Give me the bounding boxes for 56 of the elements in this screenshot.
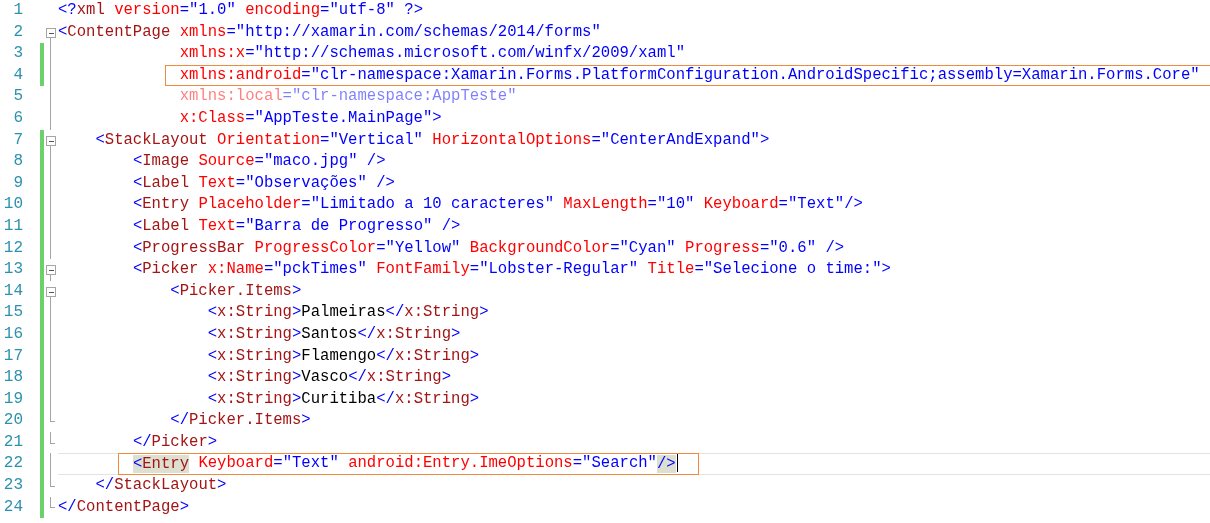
line-number: 20 [2, 410, 23, 432]
line-number: 19 [2, 388, 23, 410]
line-number: 5 [12, 86, 23, 108]
code-line: </StackLayout> [95, 476, 227, 495]
code-line: <Label Text="Barra de Progresso" /> [132, 216, 461, 235]
line-number: 10 [2, 194, 23, 216]
text-cursor [676, 454, 678, 473]
code-line: <x:String>Santos</x:String> [207, 324, 461, 343]
line-number: 8 [12, 151, 23, 173]
matched-tag: < [132, 454, 143, 473]
code-line: <StackLayout Orientation="Vertical" HorizontalOptions="CenterAndExpand"> [95, 130, 770, 149]
line-number: 16 [2, 323, 23, 345]
line-number: 18 [2, 367, 23, 389]
code-line: <Picker.Items> [170, 281, 302, 300]
matched-tag: /> [656, 454, 676, 473]
collapse-icon[interactable] [46, 265, 56, 276]
code-line: x:Class="AppTeste.MainPage"> [179, 108, 442, 127]
line-number: 2 [12, 21, 23, 43]
code-line: <x:String>Vasco</x:String> [207, 368, 452, 387]
code-line: Keyboard="Text" android:Entry.ImeOptions="Search" [197, 454, 657, 473]
line-number: 23 [2, 475, 23, 497]
collapse-icon[interactable] [46, 286, 56, 297]
code-line: </Picker.Items> [170, 411, 311, 430]
collapse-icon[interactable] [46, 27, 56, 38]
collapse-icon[interactable] [46, 135, 56, 146]
matched-tag: Entry [142, 454, 190, 473]
code-line: <Picker x:Name="pckTimes" FontFamily="Lobster-Regular" Title="Selecione o time:"> [132, 260, 891, 279]
code-line: <x:String>Palmeiras</x:String> [207, 303, 489, 322]
line-number: 9 [12, 172, 23, 194]
line-number: 11 [2, 215, 23, 237]
code-line: <ContentPage xmlns="http://xamarin.com/schemas/2014/forms" [58, 22, 601, 41]
line-number: 7 [12, 129, 23, 151]
line-number: 15 [2, 302, 23, 324]
line-number: 12 [2, 237, 23, 259]
line-number: 17 [2, 345, 23, 367]
line-number: 14 [2, 280, 23, 302]
code-line: <?xml version="1.0" encoding="utf-8" ?> [58, 1, 423, 19]
code-line: </ContentPage> [58, 497, 189, 516]
line-number: 3 [12, 43, 23, 65]
line-number: 24 [2, 496, 23, 518]
line-number: 6 [12, 107, 23, 129]
code-line: <Image Source="maco.jpg" /> [132, 152, 386, 171]
line-number: 4 [12, 64, 23, 86]
code-line: <x:String>Flamengo</x:String> [207, 346, 480, 365]
code-line: xmlns:local="clr-namespace:AppTeste" [179, 87, 517, 106]
code-line: </Picker> [132, 432, 218, 451]
code-line: <ProgressBar ProgressColor="Yellow" BackgroundColor="Cyan" Progress="0.6" /> [132, 238, 845, 257]
code-line: <x:String>Curitiba</x:String> [207, 389, 480, 408]
line-number: 13 [2, 259, 23, 281]
line-number: 21 [2, 431, 23, 453]
code-line: <Label Text="Observações" /> [132, 173, 395, 192]
code-line: xmlns:android="clr-namespace:Xamarin.Forms.PlatformConfiguration.AndroidSpecific;assembly=Xamarin.Forms.Core" [179, 65, 1200, 84]
code-line: <Entry Placeholder="Limitado a 10 caracteres" MaxLength="10" Keyboard="Text"/> [132, 195, 863, 214]
code-line: xmlns:x="http://schemas.microsoft.com/winfx/2009/xaml" [179, 44, 685, 63]
line-number: 1 [12, 0, 23, 21]
line-number: 22 [2, 453, 23, 475]
